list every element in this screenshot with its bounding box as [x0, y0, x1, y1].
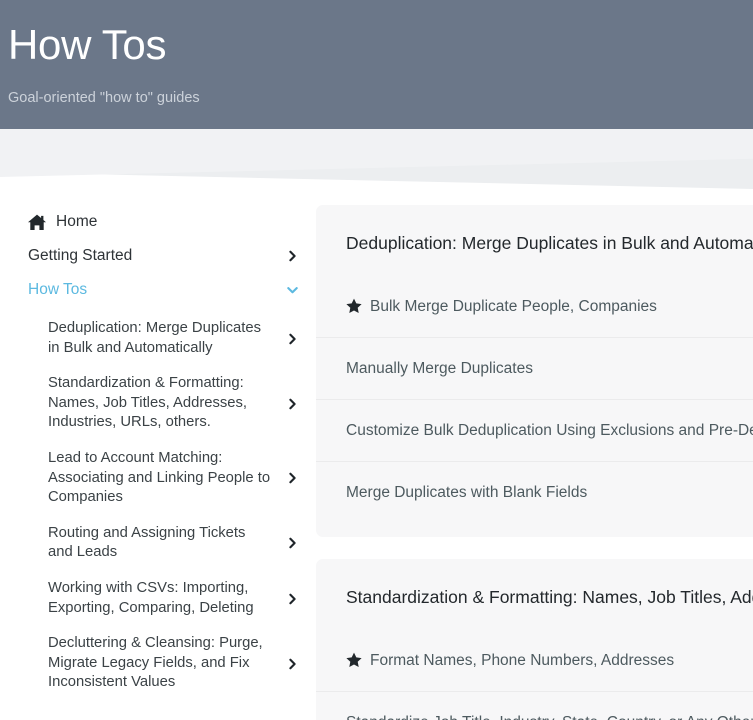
star-icon — [346, 652, 362, 668]
sidebar-subitem-label: Lead to Account Matching: Associating an… — [48, 449, 271, 506]
sidebar-item-label: How Tos — [28, 281, 88, 298]
page-root: How Tos Goal-oriented "how to" guides Ho… — [0, 0, 753, 720]
article-link-label: Merge Duplicates with Blank Fields — [346, 484, 588, 501]
body-area: Home Getting Started How Tos Deduplication… — [0, 205, 753, 720]
sidebar-subitem-decluttering-cleansing-purge-migrate-legacy-fi[interactable]: Decluttering & Cleansing: Purge, Migrate… — [28, 626, 300, 701]
chevron-right-icon[interactable] — [287, 398, 298, 409]
article-link-row[interactable]: Format Names, Phone Numbers, Addresses — [316, 629, 753, 691]
sidebar-sub-list: Deduplication: Merge Duplicates in Bulk … — [28, 311, 300, 701]
sidebar-item-label: Getting Started — [28, 247, 133, 264]
chevron-down-icon[interactable] — [287, 285, 298, 296]
slant-band-front — [0, 129, 753, 177]
card-list: Deduplication: Merge Duplicates in Bulk … — [316, 205, 753, 720]
page-title: How Tos — [8, 21, 167, 68]
sidebar-item-home[interactable]: Home — [28, 205, 300, 239]
main-content: Deduplication: Merge Duplicates in Bulk … — [316, 205, 753, 720]
home-icon — [28, 214, 46, 230]
star-icon — [346, 298, 362, 314]
sidebar-item-getting-started[interactable]: Getting Started — [28, 239, 300, 273]
chevron-right-icon[interactable] — [287, 250, 298, 262]
article-link-row[interactable]: Manually Merge Duplicates — [316, 337, 753, 399]
article-link-row[interactable]: Bulk Merge Duplicate People, Companies — [316, 275, 753, 337]
topic-card: Standardization & Formatting: Names, Job… — [316, 559, 753, 720]
article-link-row[interactable]: Standardize Job Title, Industry, State, … — [316, 691, 753, 720]
sidebar-top-level-list: Home Getting Started How Tos — [28, 205, 300, 307]
card-link-list: Format Names, Phone Numbers, Addresses St… — [316, 629, 753, 720]
page-header: How Tos Goal-oriented "how to" guides — [0, 0, 753, 129]
chevron-right-icon[interactable] — [287, 538, 298, 549]
article-link-label: Format Names, Phone Numbers, Addresses — [370, 651, 675, 669]
sidebar-subitem-deduplication-merge-duplicates-in-bulk-and-aut[interactable]: Deduplication: Merge Duplicates in Bulk … — [28, 311, 300, 366]
decorative-slant-bands — [0, 129, 753, 213]
article-link-row[interactable]: Customize Bulk Deduplication Using Exclu… — [316, 399, 753, 461]
article-link-label: Manually Merge Duplicates — [346, 360, 533, 377]
card-link-list: Bulk Merge Duplicate People, Companies Ma… — [316, 275, 753, 523]
sidebar-subitem-routing-and-assigning-tickets-and-leads[interactable]: Routing and Assigning Tickets and Leads — [28, 516, 300, 571]
article-link-label: Standardize Job Title, Industry, State, … — [346, 712, 753, 720]
article-link-label: Customize Bulk Deduplication Using Exclu… — [346, 422, 753, 439]
slant-band-back — [0, 129, 753, 189]
sidebar-subitem-label: Deduplication: Merge Duplicates in Bulk … — [48, 320, 262, 356]
chevron-right-icon[interactable] — [287, 473, 298, 484]
chevron-right-icon[interactable] — [287, 593, 298, 604]
article-link-row[interactable]: Merge Duplicates with Blank Fields — [316, 461, 753, 523]
chevron-right-icon[interactable] — [287, 658, 298, 669]
chevron-right-icon[interactable] — [287, 333, 298, 344]
sidebar-subitem-lead-to-account-matching-associating-and-linki[interactable]: Lead to Account Matching: Associating an… — [28, 441, 300, 516]
article-link-label: Bulk Merge Duplicate People, Companies — [370, 297, 657, 315]
card-title: Standardization & Formatting: Names, Job… — [346, 587, 753, 607]
sidebar-subitem-working-with-csvs-importing-exporting-comparin[interactable]: Working with CSVs: Importing, Exporting,… — [28, 571, 300, 626]
sidebar-item-how-tos[interactable]: How Tos — [28, 273, 300, 307]
page-subtitle: Goal-oriented "how to" guides — [8, 90, 200, 106]
topic-card: Deduplication: Merge Duplicates in Bulk … — [316, 205, 753, 537]
sidebar-subitem-label: Standardization & Formatting: Names, Job… — [48, 375, 248, 431]
sidebar-item-label: Home — [56, 213, 98, 230]
sidebar-subitem-standardization-formatting-names-job-titles-ad[interactable]: Standardization & Formatting: Names, Job… — [28, 366, 300, 441]
sidebar-subitem-label: Routing and Assigning Tickets and Leads — [48, 524, 246, 561]
sidebar-subitem-label: Decluttering & Cleansing: Purge, Migrate… — [48, 635, 263, 691]
card-title: Deduplication: Merge Duplicates in Bulk … — [346, 233, 753, 253]
sidebar-subitem-label: Working with CSVs: Importing, Exporting,… — [48, 579, 254, 616]
sidebar-navigation: Home Getting Started How Tos Deduplication… — [0, 205, 316, 701]
